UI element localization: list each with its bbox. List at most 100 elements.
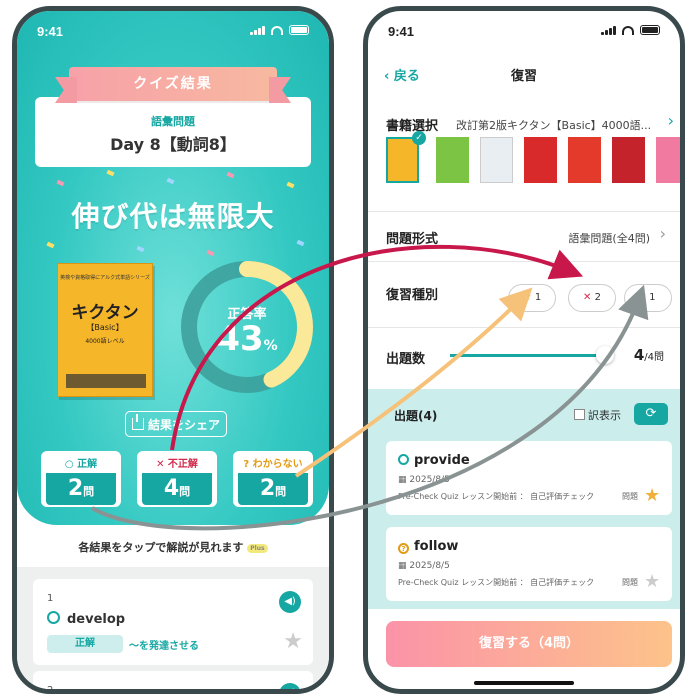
wifi-icon [271, 25, 283, 35]
encouragement-headline: 伸び代は無限大 [71, 200, 275, 233]
status-bar: 9:41 [368, 11, 680, 41]
correct-icon [398, 454, 409, 465]
page: 9:41 クイズ結果 語彙問題 Day 8【動詞8】 伸び代は無限大 英検や資格… [0, 0, 700, 700]
calendar-icon: ▦ [398, 475, 407, 485]
book-title: キクタン [71, 303, 139, 323]
item-number: 1 [47, 593, 54, 604]
question-count-slider[interactable] [450, 354, 610, 357]
item-result-badge: 正解 [47, 635, 123, 653]
question-date-text: 2025/8/5 [409, 561, 450, 571]
phone-quiz-result: 9:41 クイズ結果 語彙問題 Day 8【動詞8】 伸び代は無限大 英検や資格… [12, 6, 334, 694]
refresh-button[interactable]: ⟳ [634, 403, 668, 425]
question-word: ? follow [398, 539, 458, 554]
book-thumbnail[interactable] [568, 137, 601, 183]
battery-icon [640, 25, 660, 35]
star-icon: ★ [522, 292, 532, 303]
phone-review: 9:41 ‹ 戻る 復習 書籍選択 改訂第2版キクタン【Basic】4000語.… [363, 6, 685, 694]
tap-hint: 各結果をタップで解説が見れます Plus [17, 539, 329, 555]
question-tag: 問題 [622, 492, 638, 501]
stat-unit: 問 [275, 485, 287, 498]
speaker-icon[interactable]: ◀) [279, 591, 301, 613]
stat-correct-count: 2 [67, 476, 84, 501]
question-count-value: 4/4問 [634, 346, 664, 364]
question-card[interactable]: ? follow ▦ 2025/8/5 Pre-Check Quiz レッスン開始… [386, 527, 672, 601]
stat-correct-value: 2問 [46, 473, 116, 505]
share-label: 結果をシェア [147, 417, 220, 432]
gauge-unit: % [263, 338, 278, 354]
review-type-label: 復習種別 [386, 288, 439, 303]
stat-correct-button[interactable]: ○ 正解 2問 [41, 451, 121, 507]
book-series: 英検や資格取得にアルク式単語シリーズ [60, 275, 150, 281]
speaker-icon[interactable]: ◀) [279, 683, 301, 689]
status-time: 9:41 [388, 24, 415, 39]
pill-count: 1 [534, 292, 542, 303]
count-number: 4 [633, 346, 645, 364]
stat-unknown-label: ? わからない [243, 459, 303, 470]
question-tag: 問題 [622, 578, 638, 587]
star-icon[interactable]: ★ [644, 485, 660, 506]
question-card[interactable]: provide ▦ 2025/8/5 Pre-Check Quiz レッスン開始… [386, 441, 672, 515]
review-type-star-pill[interactable]: ★ 1 [508, 284, 556, 312]
chevron-right-icon: › [659, 224, 666, 243]
star-icon[interactable]: ★ [644, 571, 660, 592]
stat-unit: 問 [179, 485, 191, 498]
question-source: Pre-Check Quiz レッスン開始前 ： 自己評価チェック [398, 578, 595, 587]
start-review-button[interactable]: 復習する（4問） [386, 621, 672, 667]
item-meaning: 〜を発達させる [129, 641, 199, 652]
book-thumbnail[interactable] [480, 137, 513, 183]
gauge-number: 43 [216, 319, 264, 359]
slider-handle[interactable] [596, 346, 614, 364]
list-item[interactable]: 1 develop 正解 〜を発達させる ◀) ★ [33, 579, 313, 665]
book-thumbnail-selected[interactable] [386, 137, 419, 183]
book-thumbnail[interactable] [524, 137, 557, 183]
result-list: 1 develop 正解 〜を発達させる ◀) ★ 2 ◀) [17, 567, 329, 689]
item-word: develop [47, 611, 125, 627]
plus-badge: Plus [247, 543, 268, 553]
tap-hint-text: 各結果をタップで解説が見れます [78, 541, 244, 554]
share-result-button[interactable]: 結果をシェア [125, 411, 227, 437]
quiz-type: 語彙問題 [151, 115, 195, 128]
list-item[interactable]: 2 ◀) [33, 671, 313, 689]
book-thumbnail[interactable] [612, 137, 645, 183]
book-logo-strip [66, 374, 146, 388]
question-icon: ? [398, 543, 409, 554]
question-icon: ? [640, 292, 646, 303]
stat-unknown-value: 2問 [238, 473, 308, 505]
stat-unit: 問 [83, 485, 95, 498]
question-word-text: follow [414, 539, 459, 554]
book-select-row[interactable]: 書籍選択 改訂第2版キクタン【Basic】4000語... › ✓ [368, 101, 680, 211]
pill-count: 2 [594, 292, 601, 303]
book-thumbnail[interactable] [436, 137, 469, 183]
book-thumbnail[interactable] [656, 137, 680, 183]
stat-incorrect-button[interactable]: ✕ 不正解 4問 [137, 451, 217, 507]
share-icon [131, 414, 144, 430]
question-word-text: provide [414, 453, 470, 468]
question-count-row: 出題数 4/4問 [368, 327, 680, 389]
stat-incorrect-value: 4問 [142, 473, 212, 505]
question-format-label: 問題形式 [386, 232, 439, 247]
review-type-unknown-pill[interactable]: ? 1 [624, 284, 672, 312]
status-bar: 9:41 [17, 11, 329, 41]
star-icon[interactable]: ★ [283, 629, 303, 654]
book-cover: 英検や資格取得にアルク式単語シリーズ キクタン 【Basic】 4000語レベル [57, 263, 153, 397]
quiz-result-ribbon: クイズ結果 [69, 67, 277, 101]
question-word: provide [398, 453, 470, 468]
gauge-value: 43% [177, 319, 317, 359]
pill-count: 1 [649, 292, 656, 303]
question-format-row[interactable]: 問題形式 語彙問題(全4問) › [368, 211, 680, 261]
chevron-right-icon: › [667, 111, 674, 130]
review-type-incorrect-pill[interactable]: ✕ 2 [568, 284, 616, 312]
quiz-title-card: 語彙問題 Day 8【動詞8】 [35, 97, 311, 167]
book-level: 【Basic】 [86, 323, 124, 332]
question-list: 出題(4) 訳表示 ⟳ provide ▦ 2025/8/5 Pre-Check… [368, 389, 680, 609]
stat-unknown-button[interactable]: ? わからない 2問 [233, 451, 313, 507]
stat-unknown-count: 2 [259, 476, 276, 501]
review-type-row: 復習種別 ★ 1 ✕ 2 ? 1 [368, 261, 680, 327]
stat-correct-label: ○ 正解 [64, 459, 98, 470]
status-icons [250, 25, 309, 35]
wifi-icon [622, 25, 634, 35]
question-date-text: 2025/8/5 [409, 475, 450, 485]
book-select-value: 改訂第2版キクタン【Basic】4000語... [456, 119, 652, 132]
translation-toggle[interactable]: 訳表示 [574, 407, 621, 423]
question-count-label: 出題数 [386, 352, 426, 367]
